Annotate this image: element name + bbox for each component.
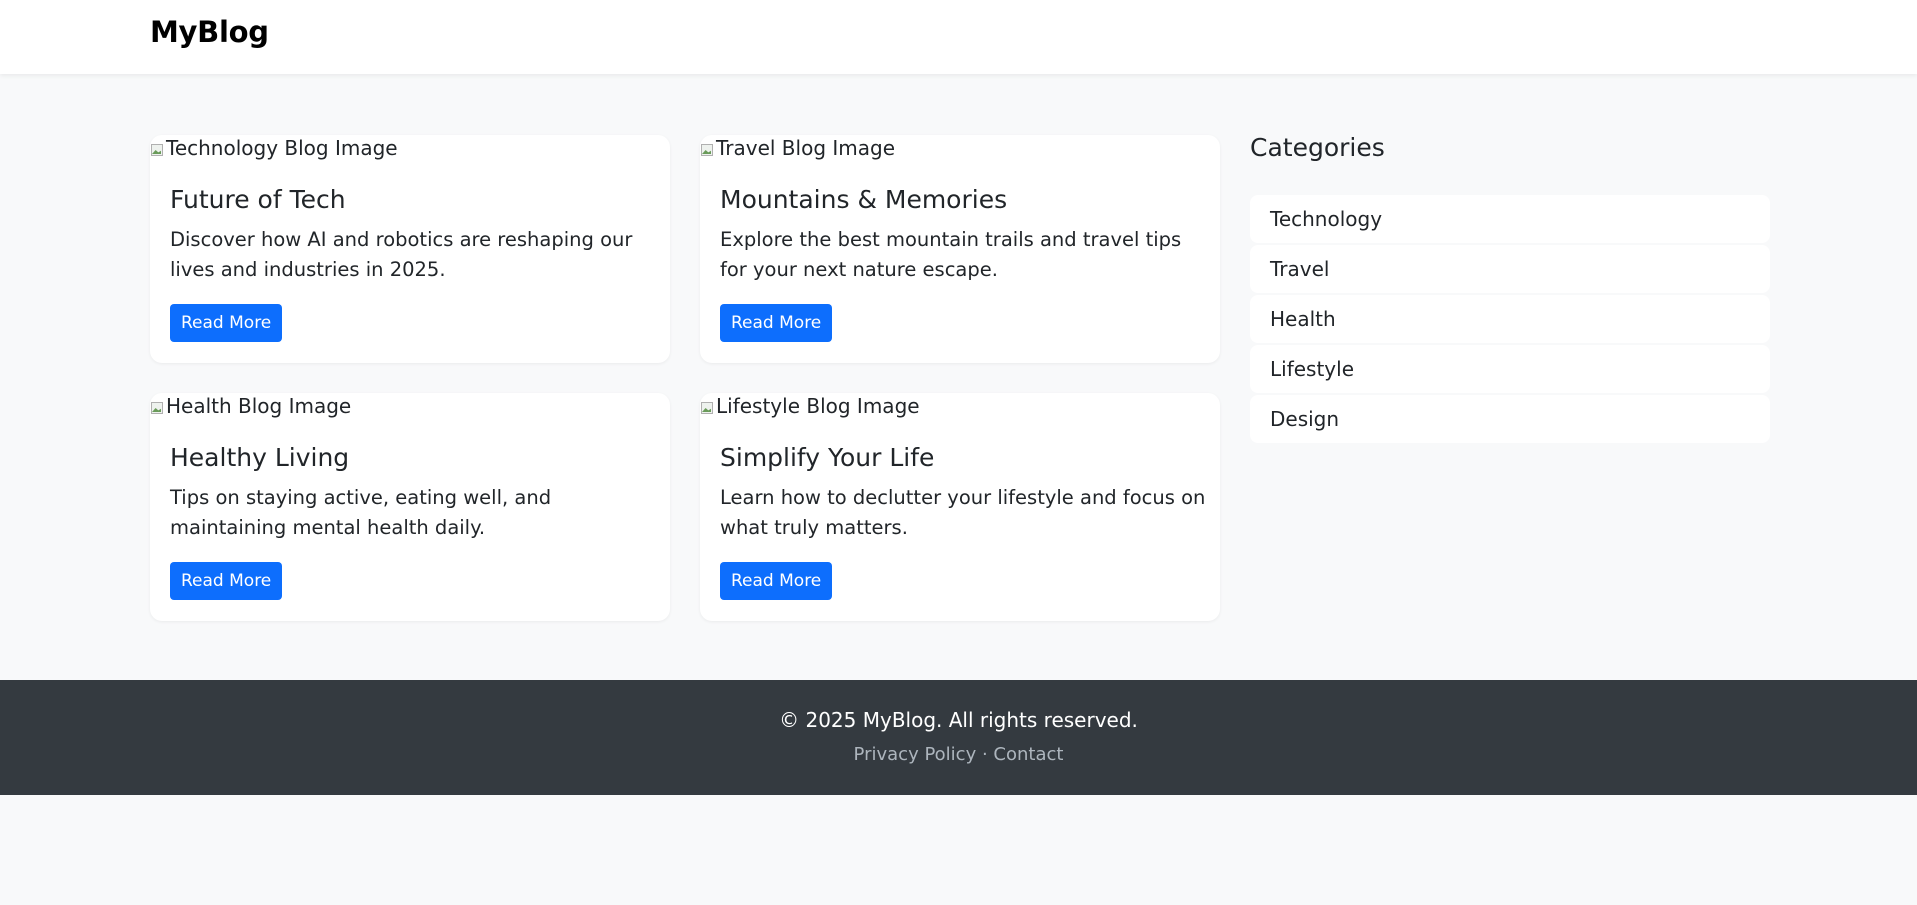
contact-link[interactable]: Contact xyxy=(993,744,1063,765)
category-item-technology[interactable]: Technology xyxy=(1250,195,1770,243)
post-title: Simplify Your Life xyxy=(720,443,935,472)
post-image-alt: Health Blog Image xyxy=(166,394,352,418)
category-item-design[interactable]: Design xyxy=(1250,395,1770,443)
footer: © 2025 MyBlog. All rights reserved. Priv… xyxy=(0,680,1917,795)
categories-list: Technology Travel Health Lifestyle Desig… xyxy=(1250,195,1770,445)
footer-copyright: © 2025 MyBlog. All rights reserved. xyxy=(779,708,1138,732)
post-image: Travel Blog Image xyxy=(700,135,895,161)
post-excerpt: Tips on staying active, eating well, and… xyxy=(170,486,552,539)
read-more-button[interactable]: Read More xyxy=(720,562,833,600)
post-title: Healthy Living xyxy=(170,443,350,472)
broken-image-icon xyxy=(150,399,164,415)
category-item-health[interactable]: Health xyxy=(1250,295,1770,343)
category-item-lifestyle[interactable]: Lifestyle xyxy=(1250,345,1770,393)
main-content: Technology Blog Image Future of Tech Dis… xyxy=(0,74,1917,680)
post-image-alt: Technology Blog Image xyxy=(166,136,398,160)
broken-image-icon xyxy=(700,399,714,415)
post-card-technology: Technology Blog Image Future of Tech Dis… xyxy=(150,135,670,363)
category-item-travel[interactable]: Travel xyxy=(1250,245,1770,293)
post-image: Technology Blog Image xyxy=(150,135,398,161)
navbar: MyBlog xyxy=(0,0,1917,74)
post-card-lifestyle: Lifestyle Blog Image Simplify Your Life … xyxy=(700,393,1220,621)
post-image: Lifestyle Blog Image xyxy=(700,393,920,419)
footer-links: Privacy Policy · Contact xyxy=(0,743,1917,767)
brand-logo[interactable]: MyBlog xyxy=(150,15,269,49)
post-card-travel: Travel Blog Image Mountains & Memories E… xyxy=(700,135,1220,363)
post-image-alt: Travel Blog Image xyxy=(716,136,896,160)
post-excerpt: Discover how AI and robotics are reshapi… xyxy=(170,228,633,281)
broken-image-icon xyxy=(700,141,714,157)
post-title: Mountains & Memories xyxy=(720,185,1008,214)
footer-separator: · xyxy=(981,744,988,765)
read-more-button[interactable]: Read More xyxy=(170,562,283,600)
post-excerpt: Explore the best mountain trails and tra… xyxy=(720,228,1182,281)
post-card-health: Health Blog Image Healthy Living Tips on… xyxy=(150,393,670,621)
read-more-button[interactable]: Read More xyxy=(170,304,283,342)
post-image-alt: Lifestyle Blog Image xyxy=(716,394,920,418)
post-title: Future of Tech xyxy=(170,185,346,214)
privacy-policy-link[interactable]: Privacy Policy xyxy=(854,744,977,765)
post-image: Health Blog Image xyxy=(150,393,351,419)
categories-heading: Categories xyxy=(1250,133,1385,162)
read-more-button[interactable]: Read More xyxy=(720,304,833,342)
post-excerpt: Learn how to declutter your lifestyle an… xyxy=(720,486,1206,539)
broken-image-icon xyxy=(150,141,164,157)
